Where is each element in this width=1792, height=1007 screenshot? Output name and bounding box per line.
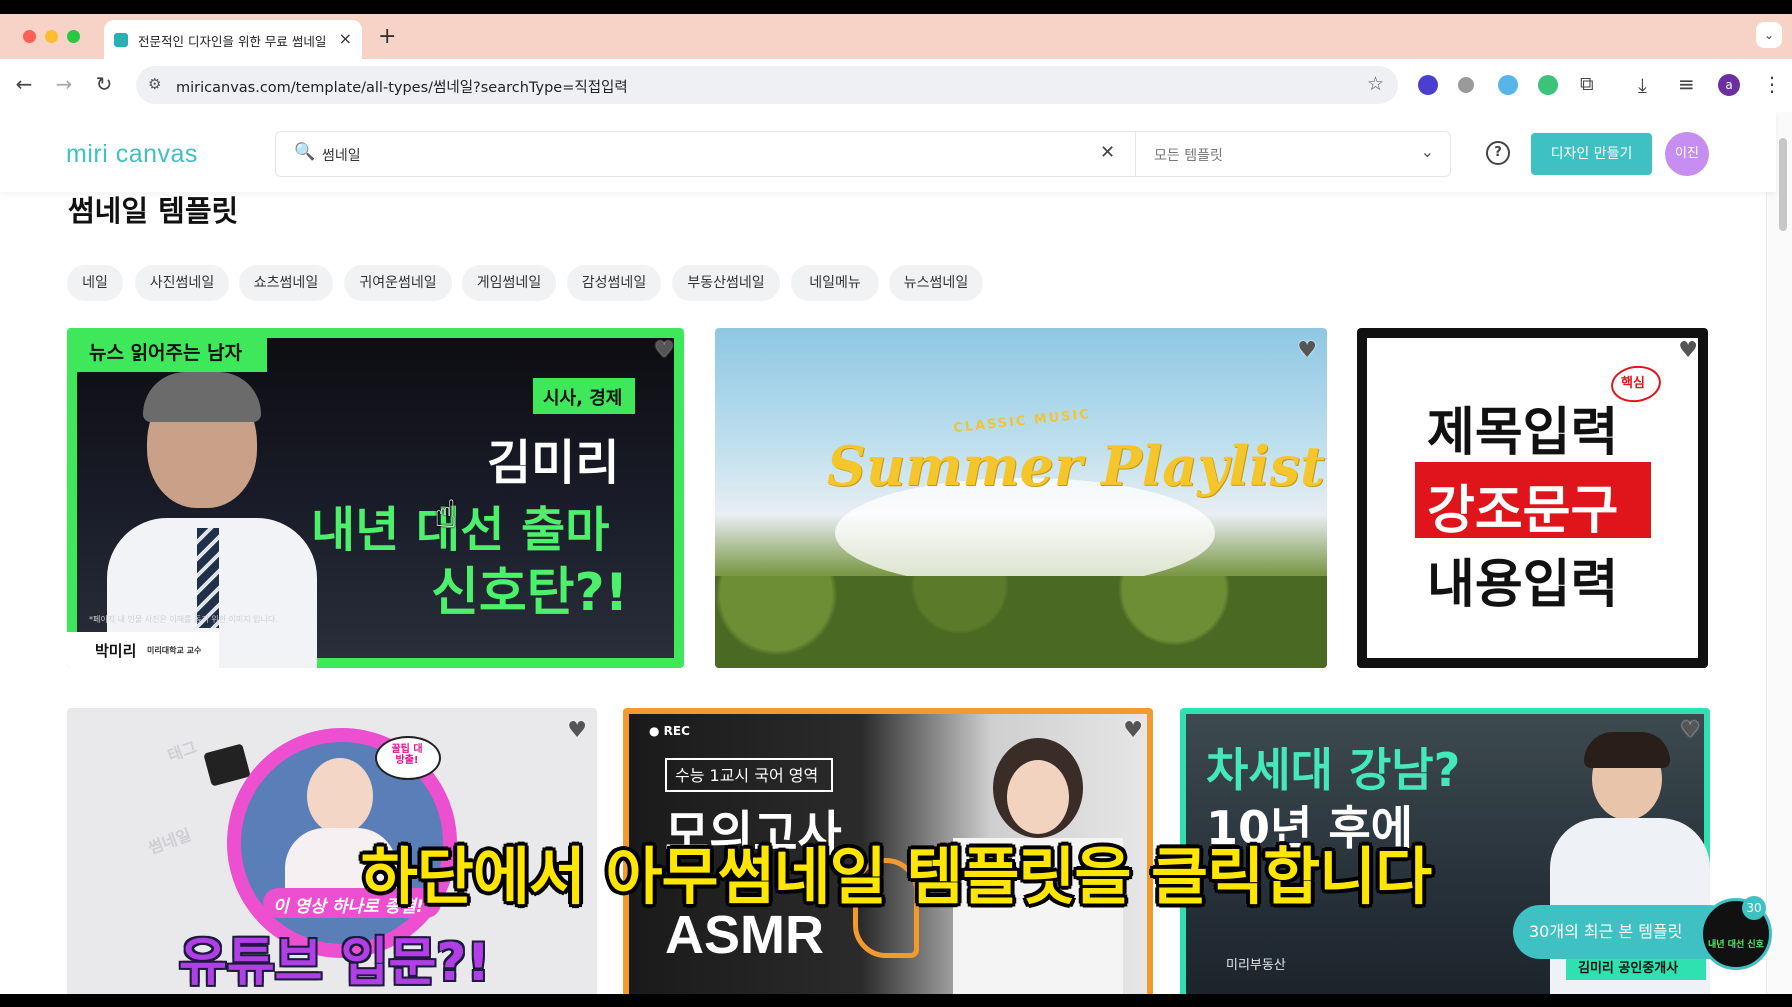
clear-search-icon[interactable]: ✕ [1100, 142, 1115, 163]
search-icon: 🔍 [294, 142, 316, 162]
clapperboard-icon [203, 743, 251, 787]
template-card-news[interactable]: 뉴스 읽어주는 남자 시사, 경제 김미리 내년 대선 출마 신호탄?! *페이… [67, 328, 684, 668]
site-header: miri canvas 🔍 썸네일 ✕ 모든 템플릿 ⌄ ? 디자인 만들기 이… [0, 112, 1776, 192]
search-input[interactable]: 썸네일 [322, 145, 361, 165]
chip-keyword[interactable]: 네일메뉴 [791, 265, 879, 301]
favorite-heart-icon[interactable]: ♥ [1297, 338, 1317, 363]
favorite-heart-icon[interactable]: ♥ [1123, 718, 1143, 743]
template-card-title-emphasis[interactable]: 제목입력 강조문구 내용입력 핵심 ♥ [1357, 328, 1708, 668]
youtube-bubble-text: 꿀팁 대방출! [391, 744, 423, 766]
chip-keyword[interactable]: 감성썸네일 [567, 265, 661, 301]
youtube-person-face [307, 758, 373, 834]
url-text[interactable]: miricanvas.com/template/all-types/썸네일?se… [176, 76, 628, 97]
page-title: 썸네일 템플릿 [68, 194, 239, 228]
asmr-rec-text: ● REC [649, 724, 690, 738]
favorite-heart-icon[interactable]: ♥ [1678, 338, 1698, 363]
tab-close-icon[interactable]: × [339, 29, 352, 48]
search-divider [1135, 132, 1136, 176]
news-caption-role: 미리대학교 교수 [147, 646, 202, 655]
title-card-line1: 제목입력 [1427, 403, 1619, 463]
chip-keyword[interactable]: 게임썸네일 [462, 265, 556, 301]
page-scrollbar-thumb[interactable] [1779, 138, 1787, 231]
profile-avatar[interactable]: a [1718, 74, 1740, 96]
template-type-select[interactable]: 모든 템플릿 [1154, 145, 1223, 165]
favorite-heart-icon[interactable]: ♥ [567, 718, 587, 743]
reload-icon[interactable]: ↻ [90, 72, 118, 96]
youtube-title-text: 유튜브 입문?! [179, 933, 491, 993]
bookmark-star-icon[interactable]: ☆ [1367, 73, 1384, 95]
address-bar[interactable]: ⚙ miricanvas.com/template/all-types/썸네일?… [136, 66, 1398, 104]
realestate-agent-hair [1584, 732, 1670, 768]
close-window-icon[interactable] [23, 30, 36, 43]
tab-title: 전문적인 디자인을 위한 무료 썸네일 [138, 34, 327, 49]
favorite-heart-icon[interactable]: ♥ [654, 338, 674, 363]
chevron-down-icon[interactable]: ⌄ [1421, 142, 1434, 161]
video-caption: 하단에서 아무썸네일 템플릿을 클릭합니다 [360, 840, 1432, 913]
miricanvas-favicon-icon [114, 33, 128, 47]
extension-gray-icon[interactable] [1458, 77, 1474, 93]
youtube-bg-word1: 태그 [165, 737, 200, 766]
browser-tab-bar: 전문적인 디자인을 위한 무료 썸네일 × + ⌄ [0, 14, 1792, 60]
back-icon[interactable]: ← [10, 72, 38, 96]
tab-search-icon[interactable]: ⌄ [1756, 22, 1782, 48]
browser-menu-icon[interactable]: ⋮ [1762, 72, 1782, 96]
site-settings-icon[interactable]: ⚙ [148, 75, 161, 93]
summer-kicker-text: CLASSIC MUSIC [952, 406, 1092, 437]
download-icon[interactable]: ⤓ [1638, 73, 1647, 97]
news-category-text: 시사, 경제 [543, 388, 623, 409]
summer-title-text: Summer Playlist [827, 434, 1325, 498]
video-bottom-bar [0, 994, 1792, 1007]
user-avatar[interactable]: 이진 [1665, 132, 1709, 176]
browser-toolbar: ← → ↻ ⚙ miricanvas.com/template/all-type… [0, 59, 1792, 113]
chip-keyword[interactable]: 사진썸네일 [135, 265, 229, 301]
realestate-brand-text: 미리부동산 [1226, 958, 1286, 973]
new-tab-icon[interactable]: + [378, 24, 396, 49]
realestate-title1-text: 차세대 강남? [1206, 743, 1461, 797]
hand-pointer-cursor: ☝ [434, 492, 458, 536]
news-caption-name: 박미리 [95, 642, 137, 660]
recent-thumb-text: 내년 대선 신호 [1708, 940, 1764, 950]
video-top-bar [0, 0, 1792, 14]
maximize-window-icon[interactable] [67, 30, 80, 43]
chip-keyword[interactable]: 네일 [67, 265, 123, 301]
help-icon[interactable]: ? [1486, 141, 1510, 165]
create-design-button[interactable]: 디자인 만들기 [1531, 133, 1652, 175]
extension-globe-icon[interactable] [1498, 75, 1518, 95]
news-disclaimer-text: *페이지 내 인물 사진은 이해를 돕기 위한 이미지 입니다. [89, 615, 278, 624]
recent-count-badge: 30 [1742, 896, 1766, 920]
news-tag-text: 뉴스 읽어주는 남자 [89, 342, 243, 364]
chip-keyword[interactable]: 뉴스썸네일 [889, 265, 983, 301]
favorite-heart-icon[interactable]: ♥ [1680, 718, 1700, 743]
forward-icon[interactable]: → [50, 72, 78, 96]
browser-tab-active[interactable]: 전문적인 디자인을 위한 무료 썸네일 × [104, 20, 362, 60]
reading-list-icon[interactable]: ≡ [1678, 72, 1695, 96]
extensions-puzzle-icon[interactable]: ⧉ [1580, 73, 1594, 95]
extension-s-icon[interactable] [1418, 75, 1438, 95]
chip-keyword[interactable]: 부동산썸네일 [672, 265, 780, 301]
chip-keyword[interactable]: 쇼츠썸네일 [239, 265, 333, 301]
search-bar[interactable]: 🔍 썸네일 ✕ 모든 템플릿 ⌄ [275, 131, 1451, 177]
asmr-student-face [1007, 760, 1069, 834]
title-card-line3: 내용입력 [1427, 555, 1619, 615]
chip-keyword[interactable]: 귀여운썸네일 [344, 265, 452, 301]
title-card-badge-text: 핵심 [1621, 376, 1645, 391]
miricanvas-logo[interactable]: miri canvas [66, 140, 198, 169]
news-name-text: 김미리 [487, 435, 620, 491]
realestate-agent-text: 김미리 공인중개사 [1578, 961, 1679, 976]
news-line2-text: 신호탄?! [431, 563, 629, 623]
minimize-window-icon[interactable] [45, 30, 58, 43]
asmr-label-text: 수능 1교시 국어 영역 [675, 766, 819, 785]
summer-trees [715, 576, 1327, 668]
template-card-summer-playlist[interactable]: CLASSIC MUSIC Summer Playlist ♥ [715, 328, 1327, 668]
extension-green-icon[interactable] [1538, 75, 1558, 95]
title-card-line2: 강조문구 [1427, 481, 1619, 541]
